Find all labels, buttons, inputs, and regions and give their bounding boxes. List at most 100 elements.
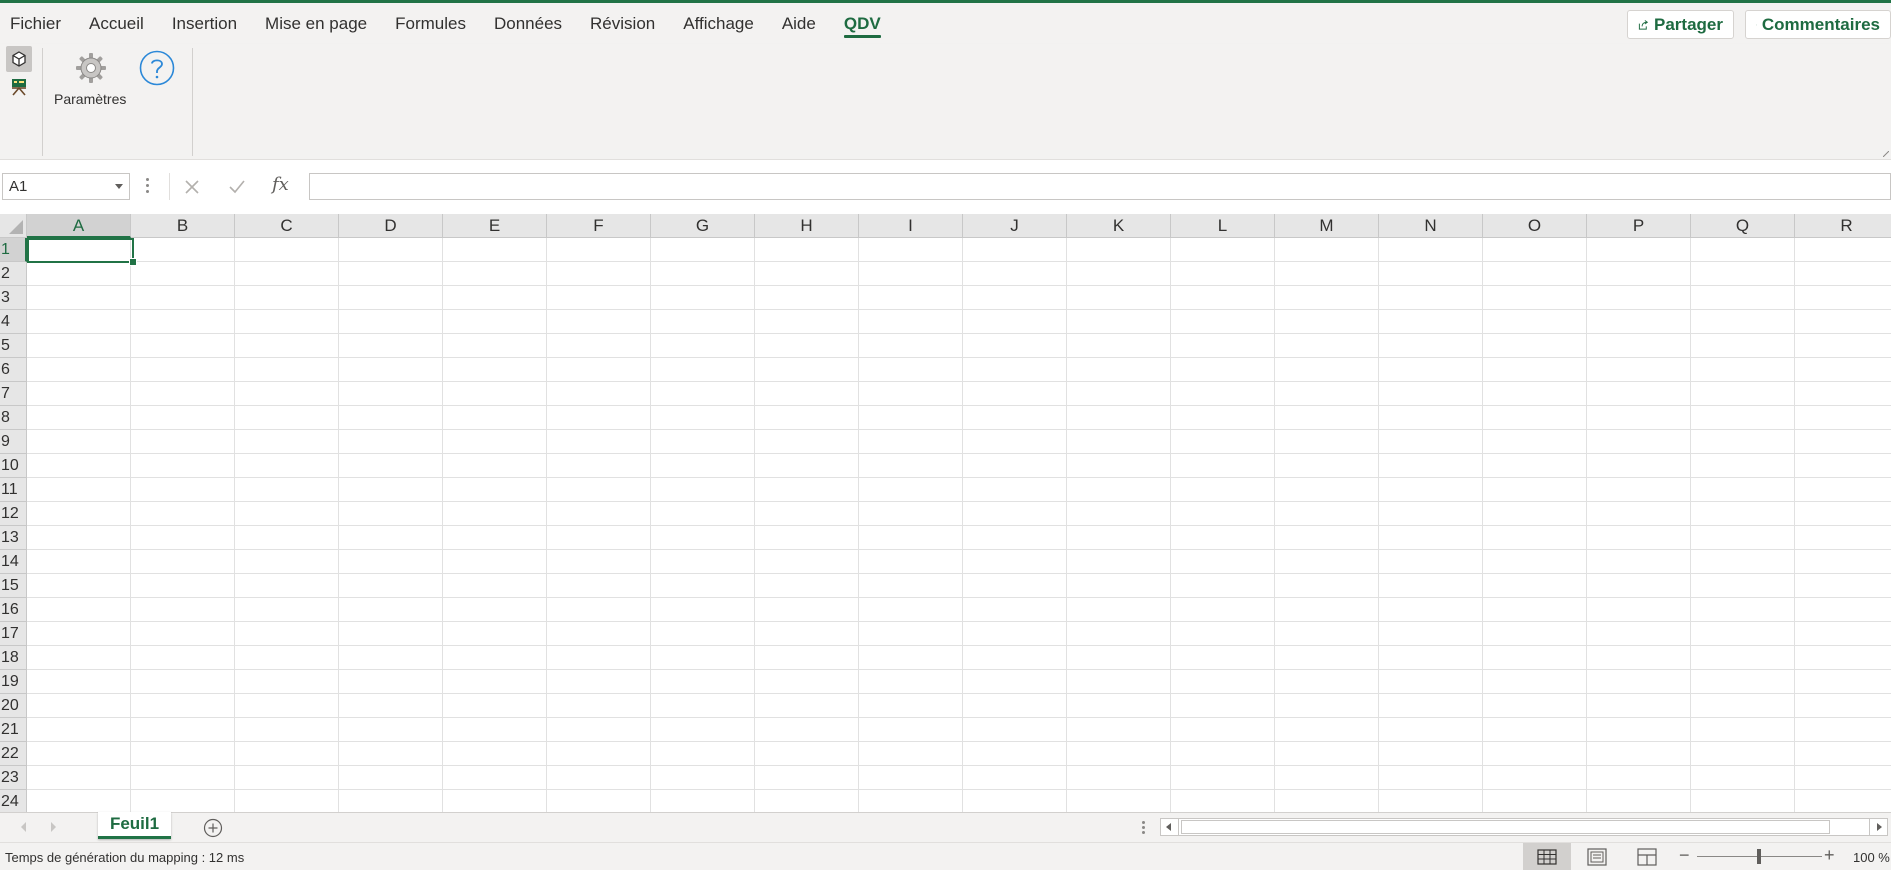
row-header-7[interactable]: 7 — [0, 382, 27, 406]
share-label: Partager — [1654, 14, 1723, 34]
column-header-r[interactable]: R — [1795, 214, 1891, 238]
name-box[interactable]: A1 — [2, 173, 130, 200]
row-header-12[interactable]: 12 — [0, 502, 27, 526]
gridline — [27, 525, 1891, 526]
tab-mise-en-page[interactable]: Mise en page — [251, 3, 381, 44]
horizontal-scrollbar[interactable] — [1160, 818, 1888, 836]
row-header-20[interactable]: 20 — [0, 694, 27, 718]
name-box-value: A1 — [9, 178, 28, 195]
row-header-13[interactable]: 13 — [0, 526, 27, 550]
chevron-down-icon[interactable] — [115, 184, 123, 189]
row-header-17[interactable]: 17 — [0, 622, 27, 646]
select-all-button[interactable] — [0, 214, 27, 238]
gridline — [27, 381, 1891, 382]
column-header-p[interactable]: P — [1587, 214, 1691, 238]
sheet-nav-prev-icon[interactable] — [21, 822, 26, 832]
row-header-16[interactable]: 16 — [0, 598, 27, 622]
column-header-h[interactable]: H — [755, 214, 859, 238]
column-header-n[interactable]: N — [1379, 214, 1483, 238]
formula-input[interactable] — [309, 173, 1891, 200]
column-header-f[interactable]: F — [547, 214, 651, 238]
zoom-slider-thumb[interactable] — [1757, 849, 1761, 864]
spreadsheet-grid[interactable]: A B C D E F G H I J K L M N O P Q R 1 2 3 4 5 6 7 8 9 10 11 12 13 14 15 1… — [0, 214, 1891, 812]
comments-button[interactable]: Commentaires — [1745, 10, 1891, 39]
cancel-icon[interactable] — [182, 177, 202, 197]
column-header-c[interactable]: C — [235, 214, 339, 238]
column-header-b[interactable]: B — [131, 214, 235, 238]
column-header-j[interactable]: J — [963, 214, 1067, 238]
column-header-g[interactable]: G — [651, 214, 755, 238]
column-header-o[interactable]: O — [1483, 214, 1587, 238]
normal-view-icon[interactable] — [1523, 843, 1571, 870]
gridline — [27, 693, 1891, 694]
gridline — [27, 789, 1891, 790]
row-header-19[interactable]: 19 — [0, 670, 27, 694]
row-header-23[interactable]: 23 — [0, 766, 27, 790]
gear-icon[interactable] — [74, 51, 108, 85]
row-header-2[interactable]: 2 — [0, 262, 27, 286]
row-header-8[interactable]: 8 — [0, 406, 27, 430]
row-header-10[interactable]: 10 — [0, 454, 27, 478]
formula-bar-resize-handle[interactable] — [146, 178, 150, 194]
help-circle-icon[interactable] — [139, 50, 175, 86]
tab-qdv[interactable]: QDV — [830, 3, 895, 44]
formula-bar: A1 fx — [0, 160, 1891, 210]
insert-function-icon[interactable]: fx — [272, 174, 289, 195]
zoom-in-button[interactable]: + — [1824, 845, 1835, 866]
column-header-m[interactable]: M — [1275, 214, 1379, 238]
row-header-6[interactable]: 6 — [0, 358, 27, 382]
check-icon[interactable] — [227, 177, 247, 197]
tab-accueil[interactable]: Accueil — [75, 3, 158, 44]
row-header-24[interactable]: 24 — [0, 790, 27, 812]
column-header-a[interactable]: A — [27, 214, 131, 238]
zoom-out-button[interactable]: − — [1679, 845, 1690, 866]
addin-cube-icon[interactable] — [6, 46, 32, 72]
tab-aide[interactable]: Aide — [768, 3, 830, 44]
row-header-15[interactable]: 15 — [0, 574, 27, 598]
column-header-k[interactable]: K — [1067, 214, 1171, 238]
scroll-left-icon[interactable] — [1161, 819, 1179, 835]
page-layout-view-icon[interactable] — [1586, 847, 1608, 867]
ribbon-tabs: Fichier Accueil Insertion Mise en page F… — [0, 3, 895, 44]
row-header-21[interactable]: 21 — [0, 718, 27, 742]
column-header-i[interactable]: I — [859, 214, 963, 238]
ribbon-collapse-icon[interactable] — [1883, 151, 1889, 157]
row-header-5[interactable]: 5 — [0, 334, 27, 358]
scrollbar-thumb[interactable] — [1181, 820, 1830, 834]
row-header-11[interactable]: 11 — [0, 478, 27, 502]
gridline — [27, 405, 1891, 406]
gridline — [27, 477, 1891, 478]
row-header-4[interactable]: 4 — [0, 310, 27, 334]
gridline — [27, 309, 1891, 310]
row-header-1[interactable]: 1 — [0, 238, 27, 262]
parametres-button-label[interactable]: Paramètres — [54, 91, 126, 107]
row-header-18[interactable]: 18 — [0, 646, 27, 670]
ribbon-separator — [192, 48, 193, 156]
row-header-3[interactable]: 3 — [0, 286, 27, 310]
scroll-right-icon[interactable] — [1869, 819, 1887, 835]
column-header-d[interactable]: D — [339, 214, 443, 238]
page-break-view-icon[interactable] — [1636, 847, 1658, 867]
gridline — [27, 261, 1891, 262]
sheet-nav-next-icon[interactable] — [51, 822, 56, 832]
tab-donnees[interactable]: Données — [480, 3, 576, 44]
column-header-q[interactable]: Q — [1691, 214, 1795, 238]
column-header-l[interactable]: L — [1171, 214, 1275, 238]
share-button[interactable]: Partager — [1627, 10, 1734, 39]
zoom-level[interactable]: 100 % — [1853, 850, 1890, 865]
tab-formules[interactable]: Formules — [381, 3, 480, 44]
sheet-tab-feuil1[interactable]: Feuil1 — [98, 812, 171, 839]
tab-affichage[interactable]: Affichage — [669, 3, 768, 44]
scroll-split-handle[interactable] — [1142, 821, 1146, 837]
column-header-e[interactable]: E — [443, 214, 547, 238]
tab-insertion[interactable]: Insertion — [158, 3, 251, 44]
gridline — [27, 501, 1891, 502]
row-header-14[interactable]: 14 — [0, 550, 27, 574]
tab-fichier[interactable]: Fichier — [0, 3, 75, 44]
tab-revision[interactable]: Révision — [576, 3, 669, 44]
add-sheet-icon[interactable] — [203, 818, 223, 838]
active-cell[interactable] — [27, 238, 137, 266]
addin-small-icon[interactable] — [9, 77, 29, 97]
row-header-9[interactable]: 9 — [0, 430, 27, 454]
row-header-22[interactable]: 22 — [0, 742, 27, 766]
